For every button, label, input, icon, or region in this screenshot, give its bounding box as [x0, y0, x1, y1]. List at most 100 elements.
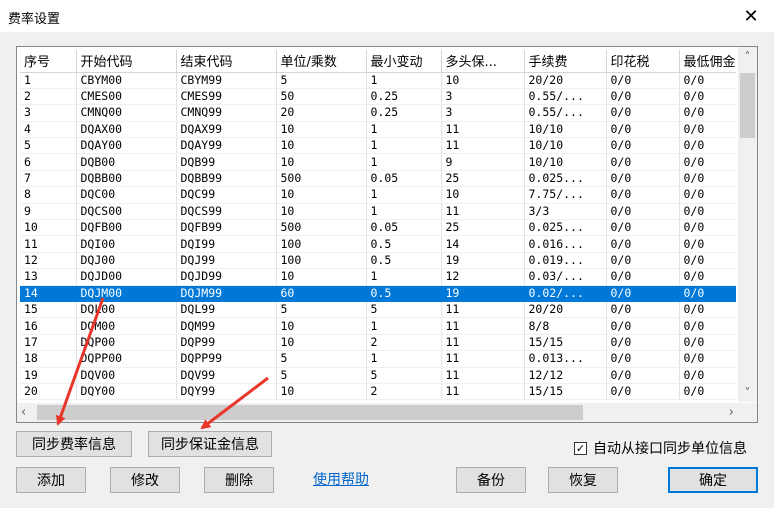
table-cell: 0/0: [679, 88, 736, 106]
fee-rate-grid[interactable]: 序号 开始代码 结束代码 单位/乘数 最小变动 多头保... 手续费 印花税 最低佣金 1 CBY…: [16, 46, 758, 423]
table-cell: 0/0: [679, 235, 736, 253]
table-row[interactable]: 14 DQJM00 DQJM99 60 0.5 19 0.02/... 0/0 0/0: [20, 285, 736, 302]
table-cell: 17: [20, 334, 77, 352]
table-cell: 0/0: [606, 170, 680, 188]
sync-fee-button[interactable]: 同步费率信息: [16, 431, 132, 457]
column-header[interactable]: 序号: [20, 50, 77, 73]
table-cell: 0/0: [679, 334, 736, 352]
table-cell: 0.5: [366, 252, 442, 270]
horizontal-scrollbar[interactable]: ‹ ›: [17, 403, 738, 422]
table-cell: 0.55/...: [524, 104, 607, 122]
table-row[interactable]: 15 DQL00 DQL99 5 5 11 20/20 0/0 0/0: [20, 301, 736, 319]
table-cell: 8/8: [524, 317, 607, 335]
close-icon[interactable]: ✕: [728, 0, 774, 32]
table-cell: 0.025...: [524, 170, 607, 188]
table-cell: 8: [20, 186, 77, 204]
horizontal-scroll-thumb[interactable]: [37, 405, 583, 420]
table-cell: DQFB00: [76, 219, 177, 237]
vertical-scrollbar[interactable]: ˄ ˅: [738, 47, 757, 402]
table-cell: 0.5: [366, 235, 442, 253]
table-row[interactable]: 2 CMES00 CMES99 50 0.25 3 0.55/... 0/0 0/0: [20, 88, 736, 106]
column-header[interactable]: 单位/乘数: [276, 50, 367, 73]
table-cell: 0/0: [606, 317, 680, 335]
help-link[interactable]: 使用帮助: [313, 469, 369, 489]
table-cell: 1: [366, 350, 442, 368]
table-row[interactable]: 17 DQP00 DQP99 10 2 11 15/15 0/0 0/0: [20, 334, 736, 352]
table-cell: 0/0: [606, 121, 680, 139]
table-cell: CBYM99: [176, 72, 277, 89]
table-cell: DQJM00: [76, 285, 177, 302]
table-cell: 10: [276, 186, 367, 204]
table-cell: 0/0: [679, 170, 736, 188]
column-header[interactable]: 印花税: [606, 50, 680, 73]
table-cell: 0/0: [679, 301, 736, 319]
sync-margin-button[interactable]: 同步保证金信息: [148, 431, 272, 457]
table-cell: 1: [20, 72, 77, 89]
scroll-up-icon[interactable]: ˄: [738, 50, 757, 64]
table-cell: 20: [276, 104, 367, 122]
column-header[interactable]: 最小变动: [366, 50, 442, 73]
column-header[interactable]: 开始代码: [76, 50, 177, 73]
table-row[interactable]: 9 DQCS00 DQCS99 10 1 11 3/3 0/0 0/0: [20, 203, 736, 221]
table-row[interactable]: 13 DQJD00 DQJD99 10 1 12 0.03/... 0/0 0/0: [20, 268, 736, 286]
table-row[interactable]: 5 DQAY00 DQAY99 10 1 11 10/10 0/0 0/0: [20, 137, 736, 155]
table-cell: 25: [441, 170, 525, 188]
column-header[interactable]: 手续费: [524, 50, 607, 73]
add-button[interactable]: 添加: [16, 467, 86, 493]
table-cell: 3: [20, 104, 77, 122]
table-row[interactable]: 10 DQFB00 DQFB99 500 0.05 25 0.025... 0/0 0/0: [20, 219, 736, 237]
table-row[interactable]: 8 DQC00 DQC99 10 1 10 7.75/... 0/0 0/0: [20, 186, 736, 204]
table-cell: 10: [276, 153, 367, 171]
modify-button[interactable]: 修改: [110, 467, 180, 493]
scroll-right-icon[interactable]: ›: [729, 403, 734, 422]
table-cell: 7: [20, 170, 77, 188]
column-header[interactable]: 最低佣金: [679, 50, 736, 73]
table-cell: DQCS99: [176, 203, 277, 221]
table-row[interactable]: 12 DQJ00 DQJ99 100 0.5 19 0.019... 0/0 0/0: [20, 252, 736, 270]
table-cell: DQI99: [176, 235, 277, 253]
table-row[interactable]: 19 DQV00 DQV99 5 5 11 12/12 0/0 0/0: [20, 367, 736, 384]
table-cell: 0.025...: [524, 219, 607, 237]
table-cell: 1: [366, 153, 442, 171]
table-cell: 10: [276, 121, 367, 139]
delete-button[interactable]: 删除: [204, 467, 274, 493]
table-cell: 10/10: [524, 153, 607, 171]
table-row[interactable]: 20 DQY00 DQY99 10 2 11 15/15 0/0 0/0: [20, 383, 736, 401]
vertical-scroll-thumb[interactable]: [740, 73, 755, 138]
auto-sync-unit-checkbox[interactable]: ✓ 自动从接口同步单位信息: [574, 438, 747, 458]
table-cell: 1: [366, 121, 442, 139]
table-cell: 5: [276, 72, 367, 89]
table-row[interactable]: 6 DQB00 DQB99 10 1 9 10/10 0/0 0/0: [20, 153, 736, 171]
table-row[interactable]: 3 CMNQ00 CMNQ99 20 0.25 3 0.55/... 0/0 0/0: [20, 104, 736, 122]
table-row[interactable]: 1 CBYM00 CBYM99 5 1 10 20/20 0/0 0/0: [20, 72, 736, 89]
table-cell: DQV00: [76, 367, 177, 384]
table-cell: DQJM99: [176, 285, 277, 302]
table-cell: 0/0: [606, 285, 680, 302]
table-cell: 60: [276, 285, 367, 302]
table-row[interactable]: 16 DQM00 DQM99 10 1 11 8/8 0/0 0/0: [20, 317, 736, 335]
table-cell: 1: [366, 203, 442, 221]
table-cell: DQAX99: [176, 121, 277, 139]
table-cell: 20: [20, 383, 77, 401]
table-cell: 14: [20, 285, 77, 302]
table-row[interactable]: 18 DQPP00 DQPP99 5 1 11 0.013... 0/0 0/0: [20, 350, 736, 368]
ok-button[interactable]: 确定: [668, 467, 758, 493]
table-row[interactable]: 11 DQI00 DQI99 100 0.5 14 0.016... 0/0 0/0: [20, 235, 736, 253]
table-cell: 7.75/...: [524, 186, 607, 204]
table-row[interactable]: 4 DQAX00 DQAX99 10 1 11 10/10 0/0 0/0: [20, 121, 736, 139]
column-header[interactable]: 多头保...: [441, 50, 525, 73]
table-cell: 0/0: [679, 121, 736, 139]
table-cell: CBYM00: [76, 72, 177, 89]
backup-button[interactable]: 备份: [456, 467, 526, 493]
table-cell: 0/0: [606, 383, 680, 401]
table-cell: 0/0: [679, 219, 736, 237]
restore-button[interactable]: 恢复: [548, 467, 618, 493]
table-cell: 0.05: [366, 170, 442, 188]
column-header[interactable]: 结束代码: [176, 50, 277, 73]
table-row[interactable]: 7 DQBB00 DQBB99 500 0.05 25 0.025... 0/0 0/0: [20, 170, 736, 188]
checkbox-check-icon[interactable]: ✓: [574, 441, 587, 455]
scroll-down-icon[interactable]: ˅: [738, 386, 757, 400]
table-cell: DQBB99: [176, 170, 277, 188]
table-cell: CMES00: [76, 88, 177, 106]
scroll-left-icon[interactable]: ‹: [21, 403, 26, 422]
